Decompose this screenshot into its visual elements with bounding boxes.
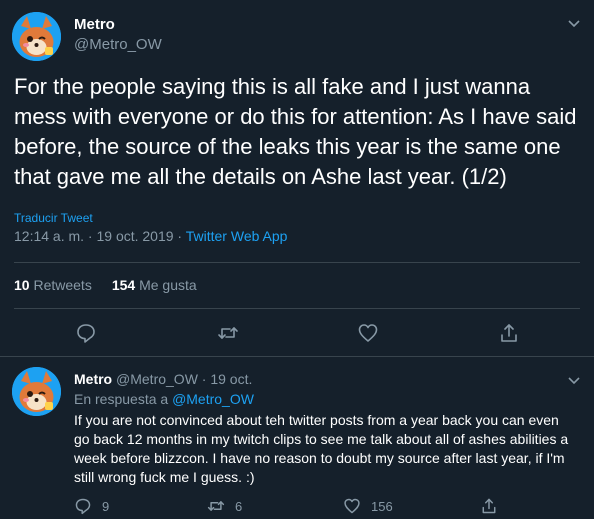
share-icon: [482, 498, 496, 514]
divider: [14, 308, 580, 309]
avatar-image: [12, 12, 61, 61]
avatar[interactable]: [12, 367, 61, 416]
retweets-stat[interactable]: 10 Retweets: [14, 277, 92, 293]
reply-button[interactable]: 9: [74, 497, 109, 515]
retweet-count: 10: [14, 277, 30, 293]
reply-to-handle[interactable]: @Metro_OW: [172, 391, 254, 407]
retweet-count: 6: [235, 498, 243, 514]
like-button[interactable]: 156: [343, 497, 393, 515]
tweet-metadata: 12:14 a. m. · 19 oct. 2019 · Twitter Web…: [14, 228, 287, 244]
tweet-source[interactable]: Twitter Web App: [186, 228, 288, 244]
replying-to: En respuesta a @Metro_OW: [74, 391, 254, 407]
retweet-button[interactable]: 6: [207, 497, 242, 515]
display-name[interactable]: Metro: [74, 16, 115, 33]
reply-to-prefix: En respuesta a: [74, 391, 173, 407]
main-tweet: Metro @Metro_OW For the people saying th…: [0, 0, 594, 357]
chevron-down-icon[interactable]: [565, 14, 583, 32]
share-icon[interactable]: [498, 322, 520, 344]
reply-tweet[interactable]: Metro @Metro_OW · 19 oct. En respuesta a…: [0, 357, 594, 519]
share-button[interactable]: [480, 497, 508, 515]
reply-count: 9: [102, 498, 110, 514]
user-handle[interactable]: @Metro_OW: [74, 36, 162, 53]
tweet-stats: 10 Retweets 154 Me gusta: [14, 277, 197, 293]
tweet-date[interactable]: · 19 oct.: [198, 371, 253, 387]
like-count: 156: [371, 498, 393, 514]
tweet-text: For the people saying this is all fake a…: [14, 74, 577, 189]
avatar[interactable]: [12, 12, 61, 61]
retweet-icon[interactable]: [217, 322, 239, 344]
reply-icon[interactable]: [75, 322, 97, 344]
display-name[interactable]: Metro: [74, 371, 112, 387]
avatar-image: [12, 367, 61, 416]
retweet-icon: [207, 501, 225, 511]
translate-link[interactable]: Traducir Tweet: [14, 211, 93, 225]
like-label: Me gusta: [135, 277, 197, 293]
reply-header: Metro @Metro_OW · 19 oct.: [74, 371, 252, 387]
retweet-label: Retweets: [29, 277, 92, 293]
user-handle[interactable]: @Metro_OW: [116, 371, 198, 387]
tweet-text: If you are not convinced about teh twitt…: [74, 412, 569, 485]
tweet-timestamp[interactable]: 12:14 a. m. · 19 oct. 2019 ·: [14, 228, 186, 244]
reply-icon: [75, 498, 91, 515]
heart-icon: [344, 498, 360, 514]
like-count: 154: [111, 277, 136, 293]
likes-stat[interactable]: 154 Me gusta: [112, 277, 197, 293]
chevron-down-icon[interactable]: [565, 371, 583, 389]
heart-icon[interactable]: [357, 322, 379, 344]
divider: [14, 262, 580, 263]
